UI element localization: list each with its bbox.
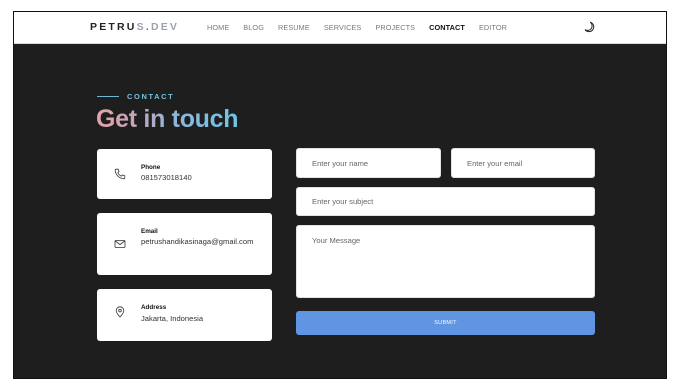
email-label: Email — [141, 228, 158, 235]
moon-icon[interactable] — [583, 21, 595, 33]
email-value: petrushandikasinaga@gmail.com — [141, 237, 254, 246]
brand-text-main: PETRU — [90, 21, 137, 33]
eyebrow-text: CONTACT — [127, 92, 175, 101]
nav-contact[interactable]: CONTACT — [429, 23, 465, 32]
address-card: Address Jakarta, Indonesia — [97, 289, 272, 341]
brand-text-suffix: DEV — [150, 21, 180, 33]
phone-label: Phone — [141, 164, 161, 171]
brand-text-accent: S — [136, 21, 146, 33]
browser-viewport: PETRUS.DEV HOME BLOG RESUME SERVICES PRO… — [13, 11, 667, 379]
nav-links: HOME BLOG RESUME SERVICES PROJECTS CONTA… — [207, 23, 521, 32]
address-value: Jakarta, Indonesia — [141, 314, 204, 323]
mail-icon — [114, 240, 126, 248]
nav-home[interactable]: HOME — [207, 23, 229, 32]
phone-value: 081573018140 — [141, 173, 192, 182]
nav-services[interactable]: SERVICES — [324, 23, 362, 32]
email-input[interactable] — [451, 148, 595, 178]
email-card: Email petrushandikasinaga@gmail.com — [97, 213, 272, 275]
location-pin-icon — [115, 306, 125, 318]
page-title: Get in touch — [96, 105, 239, 133]
name-input[interactable] — [296, 148, 441, 178]
section-eyebrow: CONTACT — [97, 92, 174, 101]
brand-logo[interactable]: PETRUS.DEV — [90, 21, 179, 33]
navbar: PETRUS.DEV HOME BLOG RESUME SERVICES PRO… — [14, 12, 666, 44]
nav-projects[interactable]: PROJECTS — [375, 23, 415, 32]
nav-resume[interactable]: RESUME — [278, 23, 310, 32]
phone-icon — [114, 168, 126, 180]
submit-button[interactable]: SUBMIT — [296, 311, 595, 335]
phone-card: Phone 081573018140 — [97, 149, 272, 199]
message-textarea[interactable] — [296, 225, 595, 298]
subject-input[interactable] — [296, 187, 595, 216]
nav-editor[interactable]: EDITOR — [479, 23, 507, 32]
eyebrow-line — [97, 95, 119, 98]
address-label: Address — [141, 304, 167, 311]
nav-blog[interactable]: BLOG — [243, 23, 264, 32]
